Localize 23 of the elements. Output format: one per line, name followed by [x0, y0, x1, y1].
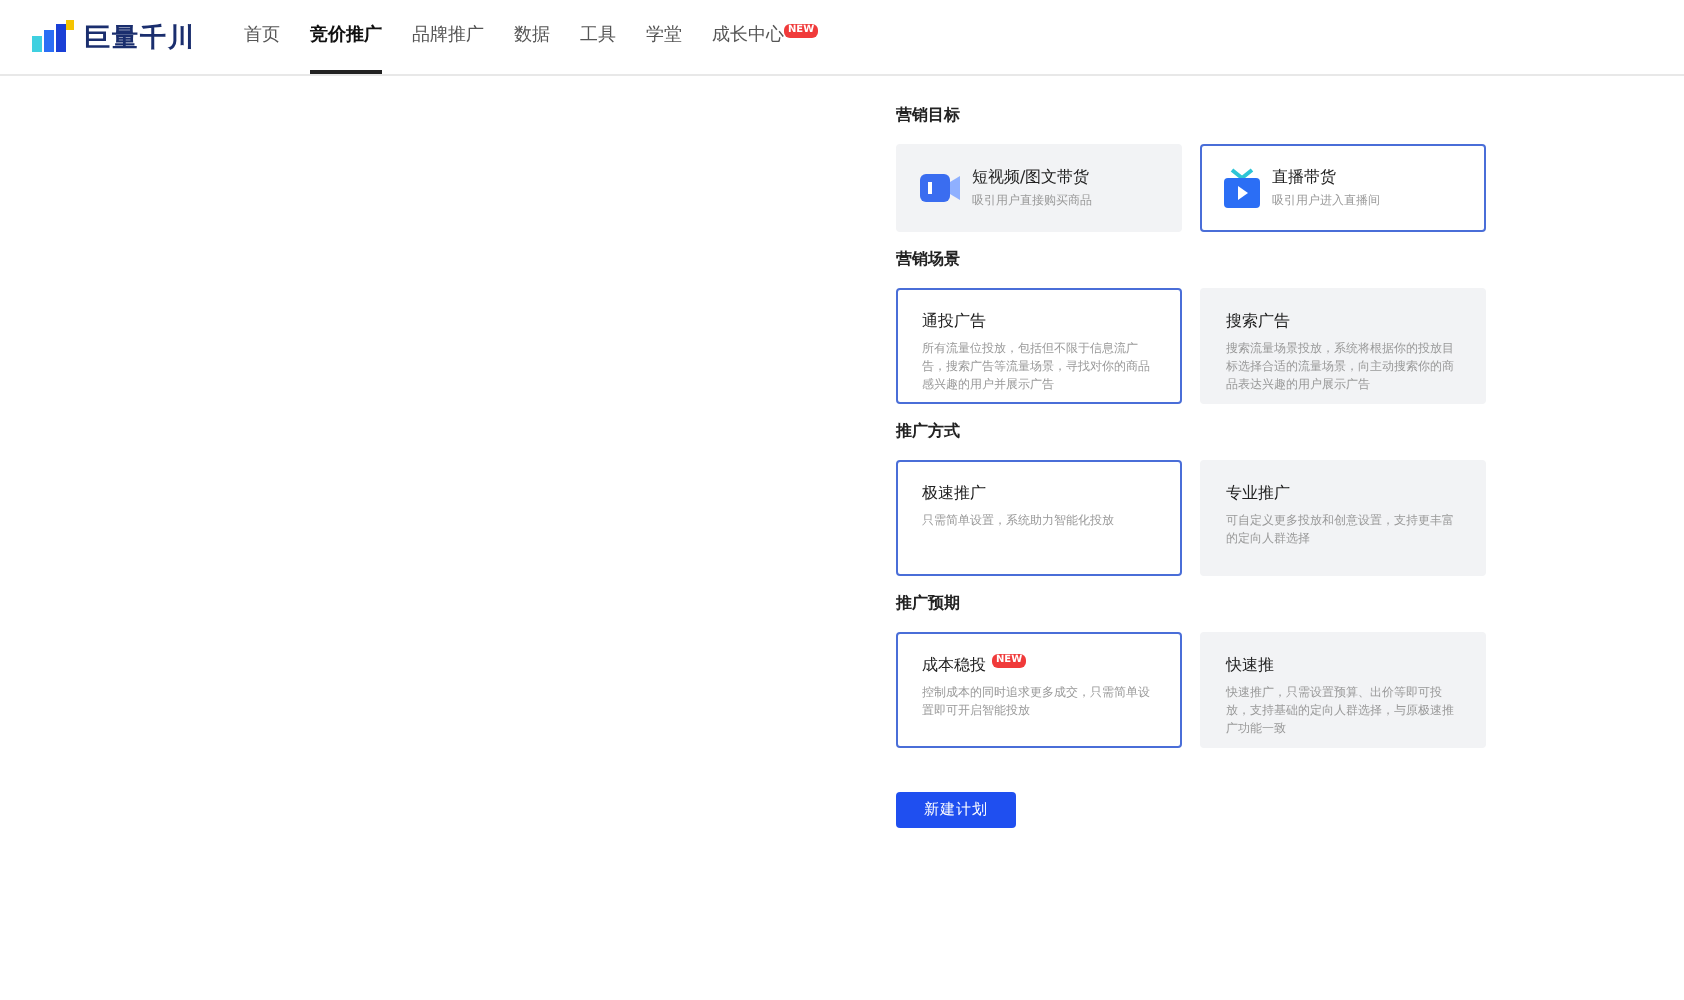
- option-title: 短视频/图文带货: [972, 165, 1092, 187]
- logo-text: 巨量千川: [84, 21, 196, 55]
- nav-tab[interactable]: 竞价推广: [310, 0, 382, 74]
- option-title: 通投广告: [922, 310, 986, 332]
- nav-tab[interactable]: 成长中心: [712, 0, 784, 74]
- nav-tab[interactable]: 数据: [514, 0, 550, 74]
- option-title: 极速推广: [922, 482, 986, 504]
- nav-tab[interactable]: 品牌推广: [412, 0, 484, 74]
- option-title: 快速推: [1226, 654, 1274, 676]
- nav-tab[interactable]: 工具: [580, 0, 616, 74]
- section-title: 营销场景: [896, 248, 962, 270]
- section-title: 推广预期: [896, 592, 962, 614]
- option-title: 专业推广: [1226, 482, 1290, 504]
- video-icon: [920, 170, 960, 206]
- option-title: 直播带货: [1272, 165, 1338, 187]
- logo-icon: [32, 19, 76, 55]
- option-title: 搜索广告: [1226, 310, 1290, 332]
- section-title: 推广方式: [896, 420, 962, 442]
- tv-icon: [1224, 168, 1260, 208]
- option-title: 成本稳投: [922, 654, 986, 676]
- section-title: 营销目标: [896, 104, 962, 126]
- nav-tab[interactable]: 首页: [244, 0, 280, 74]
- nav-tab[interactable]: 学堂: [646, 0, 682, 74]
